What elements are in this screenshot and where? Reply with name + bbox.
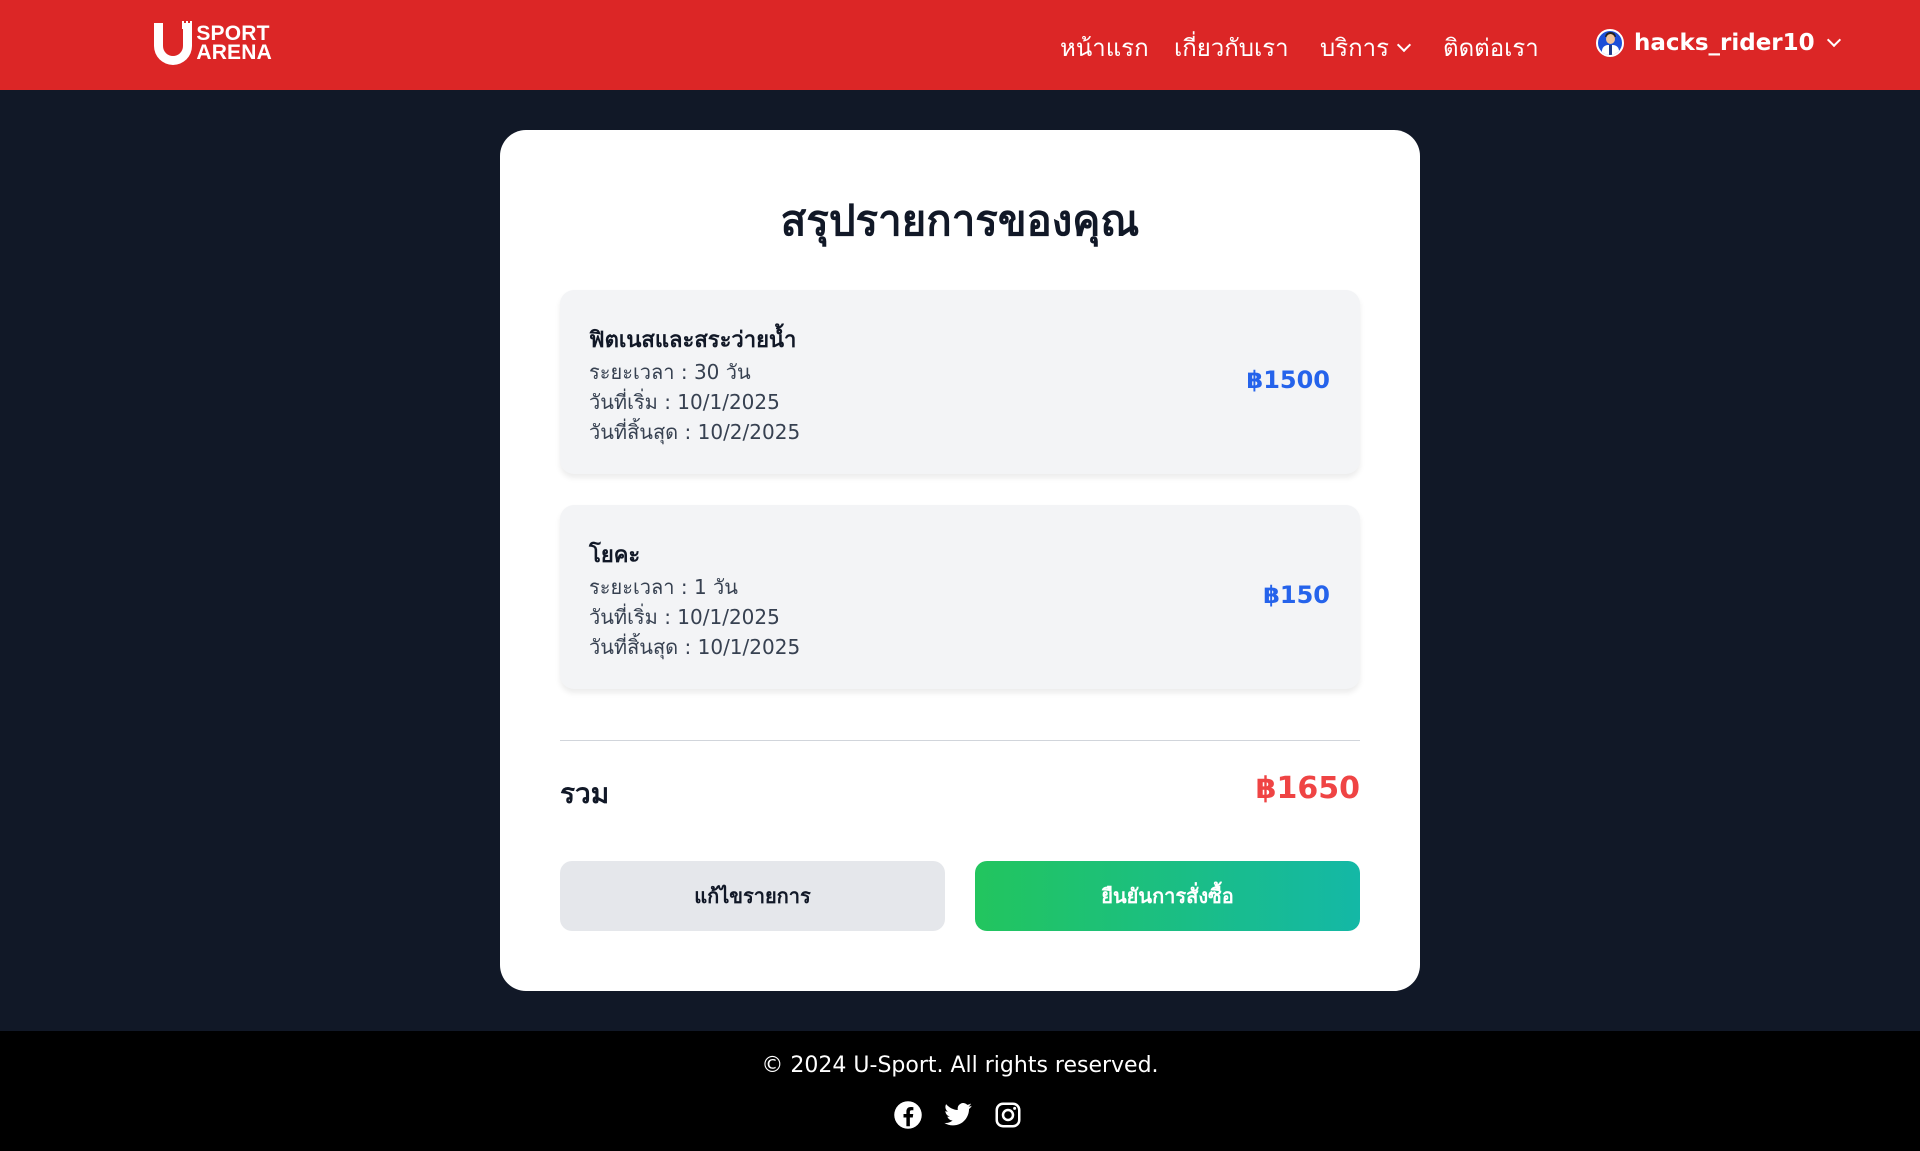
twitter-icon[interactable]	[943, 1100, 973, 1130]
avatar	[1596, 29, 1624, 57]
item-start-date: วันที่เริ่ม : 10/1/2025	[589, 390, 780, 414]
total-label: รวม	[560, 777, 610, 810]
item-price: ฿1500	[1246, 366, 1331, 394]
item-start-date: วันที่เริ่ม : 10/1/2025	[589, 605, 780, 629]
copyright-text: © 2024 U-Sport. All rights reserved.	[761, 1053, 1159, 1078]
order-summary-card: สรุปรายการของคุณ ฟิตเนสและสระว่ายน้ำ ระย…	[500, 130, 1420, 991]
nav-contact[interactable]: ติดต่อเรา	[1443, 28, 1539, 67]
item-end-date: วันที่สิ้นสุด : 10/1/2025	[589, 635, 801, 659]
usport-arena-logo[interactable]: SPORT ARENA	[152, 17, 272, 69]
nav-services[interactable]: บริการ	[1320, 28, 1412, 67]
top-navbar: SPORT ARENA หน้าแรก เกี่ยวกับเรา บริการ …	[0, 0, 1920, 90]
order-item: โยคะ ระยะเวลา : 1 วัน วันที่เริ่ม : 10/1…	[560, 505, 1360, 689]
item-end-date: วันที่สิ้นสุด : 10/2/2025	[589, 420, 801, 444]
user-menu[interactable]: hacks_rider10	[1596, 29, 1841, 57]
nav-home[interactable]: หน้าแรก	[1060, 28, 1149, 67]
footer: © 2024 U-Sport. All rights reserved.	[0, 1031, 1920, 1151]
social-links	[893, 1100, 1023, 1130]
divider	[560, 740, 1360, 741]
item-name: โยคะ	[589, 543, 641, 568]
chevron-down-icon	[1396, 37, 1412, 52]
confirm-order-button[interactable]: ยืนยันการสั่งซื้อ	[975, 861, 1360, 931]
item-name: ฟิตเนสและสระว่ายน้ำ	[589, 328, 797, 353]
nav-services-label: บริการ	[1320, 34, 1390, 62]
nav-about[interactable]: เกี่ยวกับเรา	[1174, 28, 1289, 67]
item-duration: ระยะเวลา : 30 วัน	[589, 360, 751, 384]
page-title: สรุปรายการของคุณ	[780, 196, 1140, 245]
username: hacks_rider10	[1634, 30, 1815, 56]
item-price: ฿150	[1263, 581, 1330, 609]
item-duration: ระยะเวลา : 1 วัน	[589, 575, 738, 599]
edit-order-button[interactable]: แก้ไขรายการ	[560, 861, 945, 931]
total-value: ฿1650	[1255, 771, 1360, 806]
facebook-icon[interactable]	[893, 1100, 923, 1130]
order-item: ฟิตเนสและสระว่ายน้ำ ระยะเวลา : 30 วัน วั…	[560, 290, 1360, 474]
logo-text-arena: ARENA	[196, 41, 272, 64]
instagram-icon[interactable]	[993, 1100, 1023, 1130]
chevron-down-icon	[1826, 32, 1841, 48]
logo-u-mark	[152, 19, 192, 67]
